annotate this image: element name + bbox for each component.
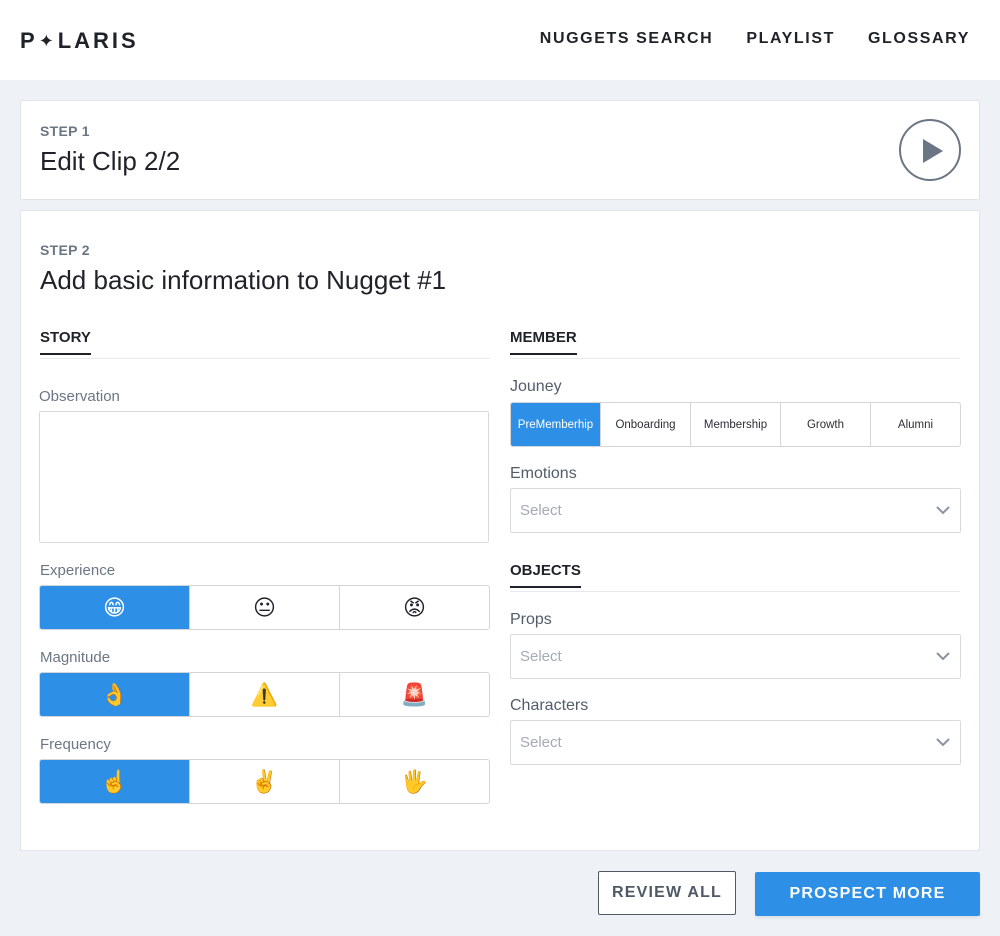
- play-icon: [923, 139, 943, 163]
- characters-placeholder: Select: [520, 734, 562, 751]
- step1-label: STEP 1: [40, 123, 90, 139]
- journey-option-onboarding[interactable]: Onboarding: [601, 403, 691, 446]
- characters-label: Characters: [510, 697, 589, 714]
- step2-title: Add basic information to Nugget #1: [40, 265, 447, 295]
- member-section-heading: MEMBER: [510, 329, 960, 359]
- magnitude-option-warning[interactable]: ⚠️: [190, 673, 340, 716]
- experience-option-neutral[interactable]: 😐: [190, 586, 340, 629]
- chevron-down-icon: [936, 505, 950, 514]
- experience-label: Experience: [40, 562, 116, 579]
- polaris-logo[interactable]: P ✦ LARIS: [20, 28, 139, 54]
- props-placeholder: Select: [520, 648, 562, 665]
- experience-option-grin[interactable]: 😁: [40, 586, 190, 629]
- objects-heading-text: OBJECTS: [510, 562, 581, 588]
- journey-option-alumni[interactable]: Alumni: [871, 403, 960, 446]
- step2-label: STEP 2: [40, 242, 90, 258]
- story-heading-text: STORY: [40, 329, 91, 355]
- emotions-select[interactable]: Select: [510, 488, 961, 533]
- story-section-heading: STORY: [40, 329, 490, 359]
- experience-option-angry[interactable]: 😡: [340, 586, 489, 629]
- logo-text-right: LARIS: [57, 28, 139, 53]
- emotions-placeholder: Select: [520, 502, 562, 519]
- frequency-option-victory-hand[interactable]: ✌️: [190, 760, 340, 803]
- characters-select[interactable]: Select: [510, 720, 961, 765]
- frequency-option-open-hand[interactable]: 🖐️: [340, 760, 489, 803]
- frequency-option-one-finger[interactable]: ☝️: [40, 760, 190, 803]
- member-heading-text: MEMBER: [510, 329, 577, 355]
- chevron-down-icon: [936, 651, 950, 660]
- props-label: Props: [510, 611, 552, 628]
- logo-text-left: P: [20, 28, 38, 53]
- prospect-more-button[interactable]: PROSPECT MORE: [755, 872, 980, 916]
- top-bar: P ✦ LARIS NUGGETS SEARCH PLAYLIST GLOSSA…: [0, 0, 1000, 80]
- experience-selector[interactable]: 😁 😐 😡: [39, 585, 490, 630]
- observation-textarea[interactable]: [39, 411, 489, 543]
- nav-nuggets-search[interactable]: NUGGETS SEARCH: [540, 30, 714, 48]
- journey-option-growth[interactable]: Growth: [781, 403, 871, 446]
- step1-title: Edit Clip 2/2: [40, 146, 181, 176]
- magnitude-option-ok-hand[interactable]: 👌: [40, 673, 190, 716]
- magnitude-selector[interactable]: 👌 ⚠️ 🚨: [39, 672, 490, 717]
- nav-playlist[interactable]: PLAYLIST: [746, 30, 835, 48]
- journey-label: Jouney: [510, 378, 562, 395]
- nav-glossary[interactable]: GLOSSARY: [868, 30, 970, 48]
- play-button[interactable]: [899, 119, 961, 181]
- star-icon: ✦: [38, 30, 57, 51]
- magnitude-label: Magnitude: [40, 649, 111, 666]
- objects-section-heading: OBJECTS: [510, 562, 960, 592]
- main-nav: NUGGETS SEARCH PLAYLIST GLOSSARY: [540, 30, 970, 48]
- chevron-down-icon: [936, 737, 950, 746]
- magnitude-option-siren[interactable]: 🚨: [340, 673, 489, 716]
- journey-selector[interactable]: PreMemberhip Onboarding Membership Growt…: [510, 402, 961, 447]
- observation-label: Observation: [39, 388, 120, 405]
- journey-option-membership[interactable]: Membership: [691, 403, 781, 446]
- frequency-selector[interactable]: ☝️ ✌️ 🖐️: [39, 759, 490, 804]
- review-all-button[interactable]: REVIEW ALL: [598, 871, 736, 915]
- frequency-label: Frequency: [40, 736, 111, 753]
- journey-option-premembership[interactable]: PreMemberhip: [511, 403, 601, 446]
- props-select[interactable]: Select: [510, 634, 961, 679]
- emotions-label: Emotions: [510, 465, 577, 482]
- step1-card: STEP 1 Edit Clip 2/2: [20, 100, 980, 200]
